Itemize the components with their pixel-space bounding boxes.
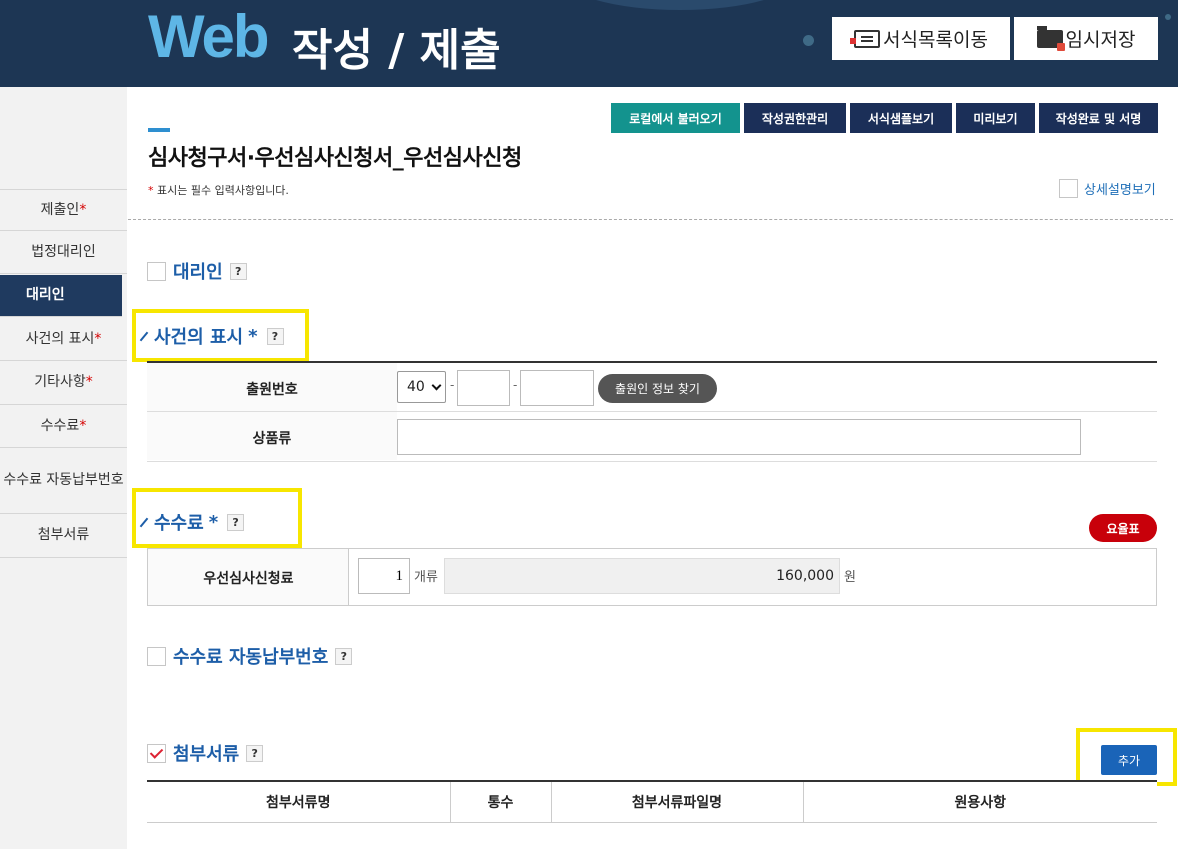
preview-button[interactable]: 미리보기 (956, 103, 1035, 133)
column-header: 통수 (450, 781, 552, 823)
fee-section-header: 수수료 * ? (139, 509, 245, 535)
sidebar-item-submitter[interactable]: 제출인 * (0, 189, 127, 231)
column-header: 첨부서류명 (147, 781, 451, 823)
autopay-checkbox[interactable] (147, 646, 166, 666)
sidebar-item-autopay[interactable]: 수수료 자동납부번호 (0, 448, 127, 514)
autopay-section-header: 수수료 자동납부번호 ? (147, 643, 353, 669)
help-icon[interactable]: ? (335, 647, 353, 665)
header-dot (1165, 14, 1171, 20)
sidebar-item-case[interactable]: 사건의 표시 * (0, 318, 127, 361)
header-decoration (560, 0, 800, 10)
attachments-checkbox[interactable] (147, 743, 166, 763)
header: Web 작성 / 제출 서식목록이동 임시저장 (0, 0, 1178, 87)
fee-currency: 원 (844, 570, 856, 585)
load-local-button[interactable]: 로컬에서 불러오기 (611, 103, 740, 133)
agent-checkbox[interactable] (147, 261, 166, 281)
required-mark: * (94, 330, 102, 347)
goods-input[interactable] (397, 419, 1081, 455)
sidebar-item-label: 기타사항 (34, 374, 86, 391)
row-divider (147, 461, 1157, 462)
required-note-text: 표시는 필수 입력사항입니다. (153, 184, 289, 197)
detail-toggle-checkbox[interactable] (1059, 179, 1078, 198)
sidebar-item-label: 법정대리인 (31, 243, 96, 260)
sidebar-item-other[interactable]: 기타사항 * (0, 361, 127, 405)
form-list-label: 서식목록이동 (883, 29, 988, 51)
required-mark: * (79, 201, 87, 218)
complete-sign-button[interactable]: 작성완료 및 서명 (1039, 103, 1158, 133)
logo-title-text: 작성 / 제출 (292, 25, 501, 76)
required-mark: * (248, 325, 258, 347)
folder-save-icon (1036, 25, 1065, 51)
auth-manage-button[interactable]: 작성권한관리 (744, 103, 846, 133)
required-note: * 표시는 필수 입력사항입니다. (148, 182, 289, 198)
sidebar-item-label: 첨부서류 (37, 527, 90, 544)
divider (128, 219, 1173, 220)
detail-toggle[interactable]: 상세설명보기 (1059, 179, 1156, 198)
agent-section-title: 대리인 (173, 262, 223, 283)
form-list-icon (850, 29, 881, 48)
autopay-section-title: 수수료 자동납부번호 (173, 647, 329, 668)
column-header: 원용사항 (803, 781, 1157, 823)
sidebar-item-label: 제출인 (40, 201, 80, 218)
sidebar-item-fee[interactable]: 수수료 * (0, 405, 127, 448)
separator: - (450, 378, 455, 392)
case-section-title: 사건의 표시 (154, 327, 244, 348)
goods-label: 상품류 (252, 431, 292, 447)
required-mark: * (85, 374, 93, 391)
help-icon[interactable]: ? (266, 327, 284, 345)
app-no-part2-input[interactable] (457, 370, 510, 406)
page-title: 심사청구서·우선심사신청서_우선심사신청 (148, 146, 522, 171)
sidebar-item-label: 사건의 표시 (25, 330, 95, 347)
app-no-prefix-value: 40 (407, 379, 425, 395)
agent-section-header: 대리인 ? (147, 258, 247, 284)
fee-section-title: 수수료 (154, 513, 204, 534)
table-header-row: 첨부서류명 통수 첨부서류파일명 원용사항 (147, 781, 1157, 823)
sidebar-item-attachments[interactable]: 첨부서류 (0, 514, 127, 558)
fee-count-input[interactable] (358, 558, 410, 594)
temp-save-button[interactable]: 임시저장 (1014, 17, 1158, 60)
app-no-label: 출원번호 (246, 382, 298, 398)
app-no-part3-input[interactable] (520, 370, 594, 406)
help-icon[interactable]: ? (227, 513, 245, 531)
sidebar-item-label: 수수료 자동납부번호 (3, 472, 124, 489)
detail-toggle-label: 상세설명보기 (1084, 183, 1156, 198)
column-header: 첨부서류파일명 (551, 781, 804, 823)
attachments-table: 첨부서류명 통수 첨부서류파일명 원용사항 (147, 780, 1157, 823)
sidebar-item-agent[interactable]: 대리인 (0, 275, 122, 317)
case-section-header: 사건의 표시 * ? (139, 323, 284, 349)
sidebar-item-label: 수수료 (40, 417, 80, 434)
chevron-down-icon (431, 380, 442, 390)
attachments-section-header: 첨부서류 ? (147, 740, 264, 766)
find-applicant-button[interactable]: 출원인 정보 찾기 (598, 374, 717, 403)
help-icon[interactable]: ? (229, 262, 247, 280)
title-accent-bar (148, 128, 170, 132)
separator: - (513, 378, 518, 392)
help-icon[interactable]: ? (246, 744, 264, 762)
fee-table-button[interactable]: 요율표 (1089, 514, 1157, 542)
add-attachment-button[interactable]: 추가 (1101, 745, 1157, 775)
required-mark: * (208, 511, 219, 533)
header-dot (803, 35, 814, 46)
required-mark: * (79, 417, 87, 434)
sidebar-item-legal-rep[interactable]: 법정대리인 (0, 231, 127, 274)
fee-amount-value: 160,000 (776, 568, 834, 584)
logo-web-text: Web (148, 3, 270, 70)
sidebar-item-label: 대리인 (26, 287, 65, 304)
sample-view-button[interactable]: 서식샘플보기 (850, 103, 952, 133)
fee-amount-field: 160,000 (444, 558, 840, 594)
fee-count-unit: 개류 (414, 570, 438, 585)
attachments-section-title: 첨부서류 (173, 744, 240, 765)
form-list-button[interactable]: 서식목록이동 (832, 17, 1010, 60)
fee-item-label: 우선심사신청료 (203, 571, 294, 587)
app-no-prefix-select[interactable]: 40 (397, 371, 446, 403)
temp-save-label: 임시저장 (1065, 29, 1136, 51)
